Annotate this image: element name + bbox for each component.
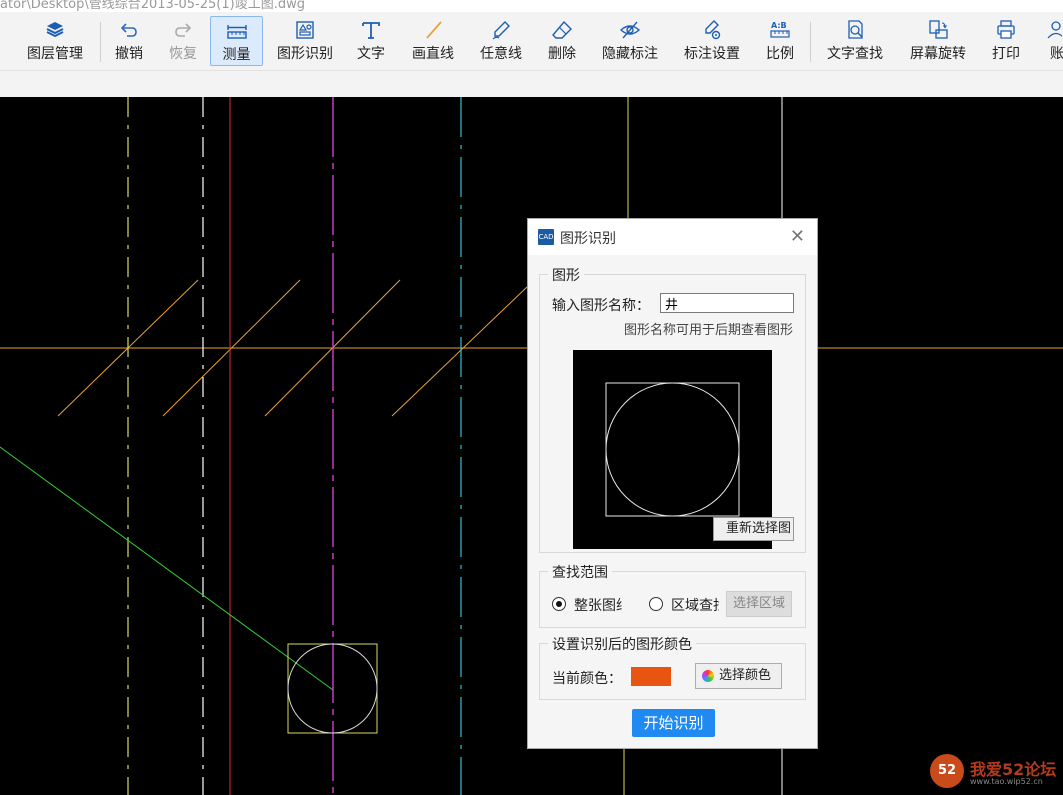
- dialog-title-bar: CAD 图形识别 ✕: [528, 219, 817, 255]
- svg-text:A:B: A:B: [771, 21, 787, 30]
- choose-color-label: 选择颜色: [719, 668, 772, 683]
- toolbar-draw-line-button[interactable]: 画直线: [404, 16, 462, 66]
- shape-name-label: 输入图形名称：: [552, 298, 650, 314]
- shape-name-hint: 图形名称可用于后期查看图形: [623, 323, 793, 338]
- app-logo-icon: CAD: [538, 229, 554, 245]
- search-range-legend: 查找范围: [548, 562, 612, 582]
- shape-recognition-dialog: CAD 图形识别 ✕ 图形 输入图形名称： 图形名称可用于后期查看图形 重新选择…: [527, 218, 818, 749]
- eye-hidden-icon: [619, 21, 641, 39]
- toolbar-print-button[interactable]: 打印: [984, 16, 1028, 66]
- toolbar-redo-label: 恢复: [169, 46, 197, 62]
- toolbar-freehand-line-button[interactable]: 任意线: [472, 16, 530, 66]
- reselect-shape-button[interactable]: 重新选择图形: [713, 517, 794, 541]
- toolbar-text-button[interactable]: 文字: [348, 16, 394, 66]
- toolbar-hide-annotation-button[interactable]: 隐藏标注: [594, 16, 666, 66]
- undo-icon: [120, 23, 137, 37]
- toolbar-erase-label: 删除: [548, 46, 576, 62]
- toolbar-scale-label: 比例: [766, 46, 794, 62]
- text-icon: [362, 22, 380, 39]
- watermark-logo-icon: 52: [930, 754, 964, 788]
- toolbar-print-label: 打印: [992, 46, 1020, 62]
- choose-color-button[interactable]: 选择颜色: [695, 663, 782, 689]
- toolbar-shape-recognition-button[interactable]: 图形识别: [270, 16, 340, 66]
- scale-icon: A:B: [770, 21, 790, 38]
- shape-recognition-icon: [296, 21, 314, 39]
- user-icon: [1047, 21, 1062, 39]
- area-search-label: 区域查找: [671, 598, 719, 614]
- toolbar-account-button[interactable]: 账: [1038, 16, 1063, 66]
- main-toolbar: 图层管理 撤销 恢复 测量 图形识别 文字 画直线 任意线 删除 隐藏标注 标注…: [0, 12, 1063, 71]
- window-title-bar: ator\Desktop\管线综合2013-05-25(1)竣工图.dwg: [0, 0, 1063, 12]
- secondary-toolbar: [0, 71, 1063, 97]
- whole-drawing-label: 整张图纸: [574, 598, 622, 614]
- toolbar-undo-button[interactable]: 撤销: [106, 16, 152, 66]
- window-title: ator\Desktop\管线综合2013-05-25(1)竣工图.dwg: [0, 0, 305, 12]
- color-palette-icon: [702, 670, 714, 682]
- color-group-legend: 设置识别后的图形颜色: [548, 634, 696, 654]
- start-recognition-button[interactable]: 开始识别: [632, 709, 715, 737]
- toolbar-layer-manage-label: 图层管理: [27, 46, 83, 62]
- toolbar-measure-button[interactable]: 测量: [210, 16, 263, 66]
- toolbar-layer-manage-button[interactable]: 图层管理: [14, 16, 96, 66]
- toolbar-annotation-settings-button[interactable]: 标注设置: [676, 16, 748, 66]
- current-color-swatch: [631, 667, 671, 686]
- shape-group-legend: 图形: [548, 265, 584, 285]
- toolbar-annotation-settings-label: 标注设置: [684, 46, 740, 62]
- rotate-screen-icon: [929, 20, 948, 39]
- toolbar-redo-button[interactable]: 恢复: [160, 16, 206, 66]
- shape-name-input[interactable]: [660, 293, 794, 313]
- ruler-icon: [226, 25, 247, 39]
- layers-icon: [46, 22, 64, 38]
- toolbar-text-search-button[interactable]: 文字查找: [818, 16, 892, 66]
- toolbar-undo-label: 撤销: [115, 46, 143, 62]
- area-search-radio[interactable]: [649, 597, 663, 611]
- watermark: 52 我爱52论坛 www.tao.wip52.cn: [930, 752, 1060, 792]
- toolbar-separator: [100, 22, 101, 62]
- toolbar-hide-annotation-label: 隐藏标注: [602, 46, 658, 62]
- whole-drawing-radio[interactable]: [552, 597, 566, 611]
- toolbar-account-label: 账: [1050, 46, 1063, 62]
- watermark-url: www.tao.wip52.cn: [970, 777, 1043, 786]
- toolbar-separator: [810, 22, 811, 62]
- toolbar-erase-button[interactable]: 删除: [540, 16, 584, 66]
- close-icon[interactable]: ✕: [790, 226, 805, 247]
- pen-icon: [492, 21, 510, 40]
- eraser-icon: [552, 20, 572, 39]
- printer-icon: [997, 20, 1015, 39]
- search-text-icon: [848, 20, 863, 39]
- toolbar-rotate-screen-label: 屏幕旋转: [910, 46, 966, 62]
- toolbar-freehand-line-label: 任意线: [480, 46, 522, 62]
- toolbar-text-label: 文字: [357, 46, 385, 62]
- toolbar-scale-button[interactable]: A:B 比例: [758, 16, 802, 66]
- dialog-title: 图形识别: [560, 231, 616, 247]
- toolbar-draw-line-label: 画直线: [412, 46, 454, 62]
- toolbar-measure-label: 测量: [222, 47, 251, 63]
- current-color-label: 当前颜色：: [552, 671, 622, 687]
- redo-icon: [175, 23, 192, 37]
- pen-gear-icon: [705, 20, 721, 40]
- line-icon: [426, 21, 442, 39]
- select-area-button[interactable]: 选择区域: [726, 591, 792, 617]
- toolbar-text-search-label: 文字查找: [827, 46, 883, 62]
- toolbar-rotate-screen-button[interactable]: 屏幕旋转: [902, 16, 974, 66]
- toolbar-shape-recognition-label: 图形识别: [277, 46, 333, 62]
